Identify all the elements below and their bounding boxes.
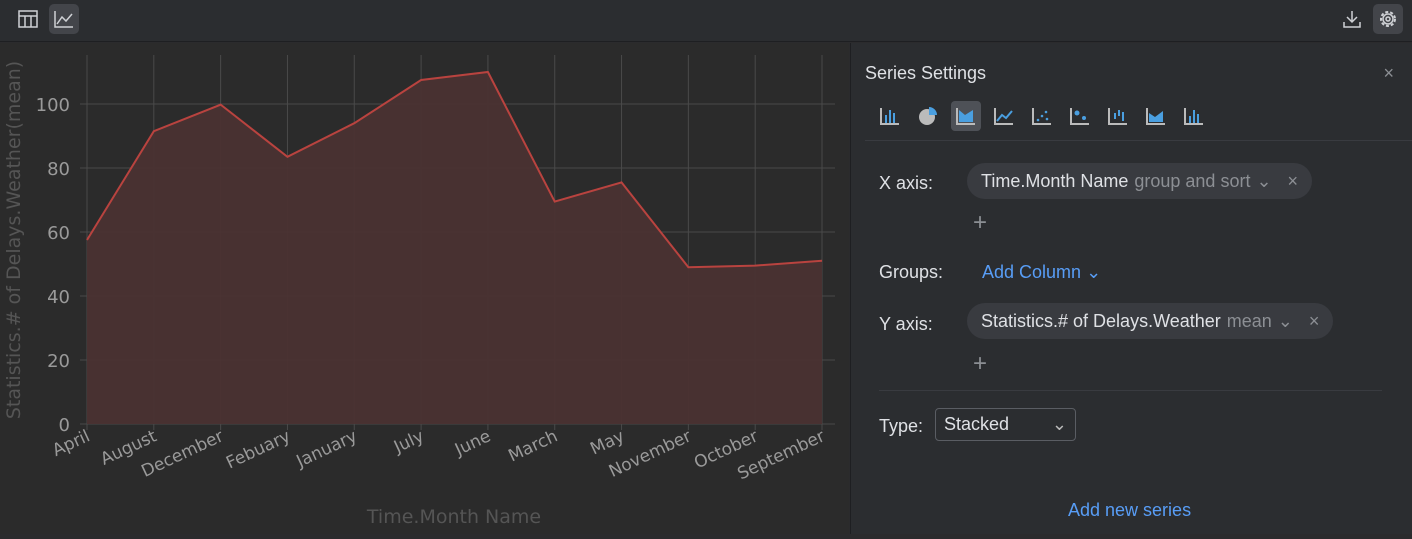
x-axis-field: Time.Month Name [981,171,1128,192]
x-axis-title: Time.Month Name [366,506,541,528]
x-tick-label: June [451,426,494,460]
x-axis-hint: group and sort [1134,171,1250,192]
x-axis-label: X axis: [879,173,933,194]
y-axis-hint: mean [1227,311,1272,332]
y-axis-title: Statistics.# of Delays.Weather(mean) [3,61,25,419]
x-tick-label: March [505,426,560,466]
remove-x-axis-button[interactable]: × [1288,171,1299,192]
add-y-axis-button[interactable]: + [973,350,987,378]
type-value: Stacked [944,414,1009,435]
panel-title: Series Settings [865,63,986,84]
settings-button[interactable] [1373,4,1403,34]
table-icon [18,10,38,28]
add-x-axis-button[interactable]: + [973,209,987,237]
y-tick-label: 80 [47,159,70,180]
y-tick-label: 100 [36,95,70,116]
line-chart-icon[interactable] [989,101,1019,131]
y-tick-label: 40 [47,287,70,308]
x-tick-label: April [49,426,93,461]
bar-chart-icon[interactable] [875,101,905,131]
pie-chart-icon[interactable] [913,101,943,131]
y-axis-field-chip[interactable]: Statistics.# of Delays.Weather mean ⌄ × [967,303,1333,339]
chevron-down-icon[interactable]: ⌄ [1278,311,1293,332]
y-tick-label: 20 [47,351,70,372]
download-button[interactable] [1337,4,1367,34]
chart-view-button[interactable] [49,4,79,34]
histogram-icon[interactable] [1179,101,1209,131]
chevron-down-icon: ⌄ [1052,414,1067,435]
type-label: Type: [879,416,923,437]
y-axis-field: Statistics.# of Delays.Weather [981,311,1221,332]
gear-icon [1378,9,1398,29]
chart-type-icons [875,101,1209,131]
groups-label: Groups: [879,262,943,283]
x-axis-field-chip[interactable]: Time.Month Name group and sort ⌄ × [967,163,1312,199]
stacked-area-icon[interactable] [1141,101,1171,131]
close-panel-button[interactable]: × [1383,63,1394,84]
area-chart-type-icon[interactable] [951,101,981,131]
area-chart: 020406080100AprilAugustDecemberFebuaryJa… [0,43,849,534]
x-tick-label: Febuary [223,426,293,473]
divider [879,390,1382,391]
area-fill [87,72,822,424]
chevron-down-icon: ⌄ [1086,262,1101,282]
scatter-chart-icon[interactable] [1027,101,1057,131]
x-tick-label: July [390,426,427,457]
chart-area: 020406080100AprilAugustDecemberFebuaryJa… [0,43,849,534]
remove-y-axis-button[interactable]: × [1309,311,1320,332]
series-settings-panel: Series Settings × X axis: Time.Month Nam… [850,43,1412,534]
divider [865,140,1412,141]
bubble-chart-icon[interactable] [1065,101,1095,131]
toolbar [0,0,1412,42]
candlestick-chart-icon[interactable] [1103,101,1133,131]
type-select[interactable]: Stacked ⌄ [935,408,1076,441]
y-tick-label: 60 [47,223,70,244]
y-tick-label: 0 [59,415,70,436]
x-tick-label: January [293,426,361,472]
download-icon [1342,9,1362,29]
add-new-series-button[interactable]: Add new series [1068,500,1191,521]
x-tick-label: May [587,426,627,459]
y-axis-label: Y axis: [879,314,933,335]
chart-icon [54,10,74,28]
add-column-button[interactable]: Add Column ⌄ [982,262,1101,283]
table-view-button[interactable] [13,4,43,34]
chevron-down-icon[interactable]: ⌄ [1256,171,1271,192]
add-column-label: Add Column [982,262,1081,282]
